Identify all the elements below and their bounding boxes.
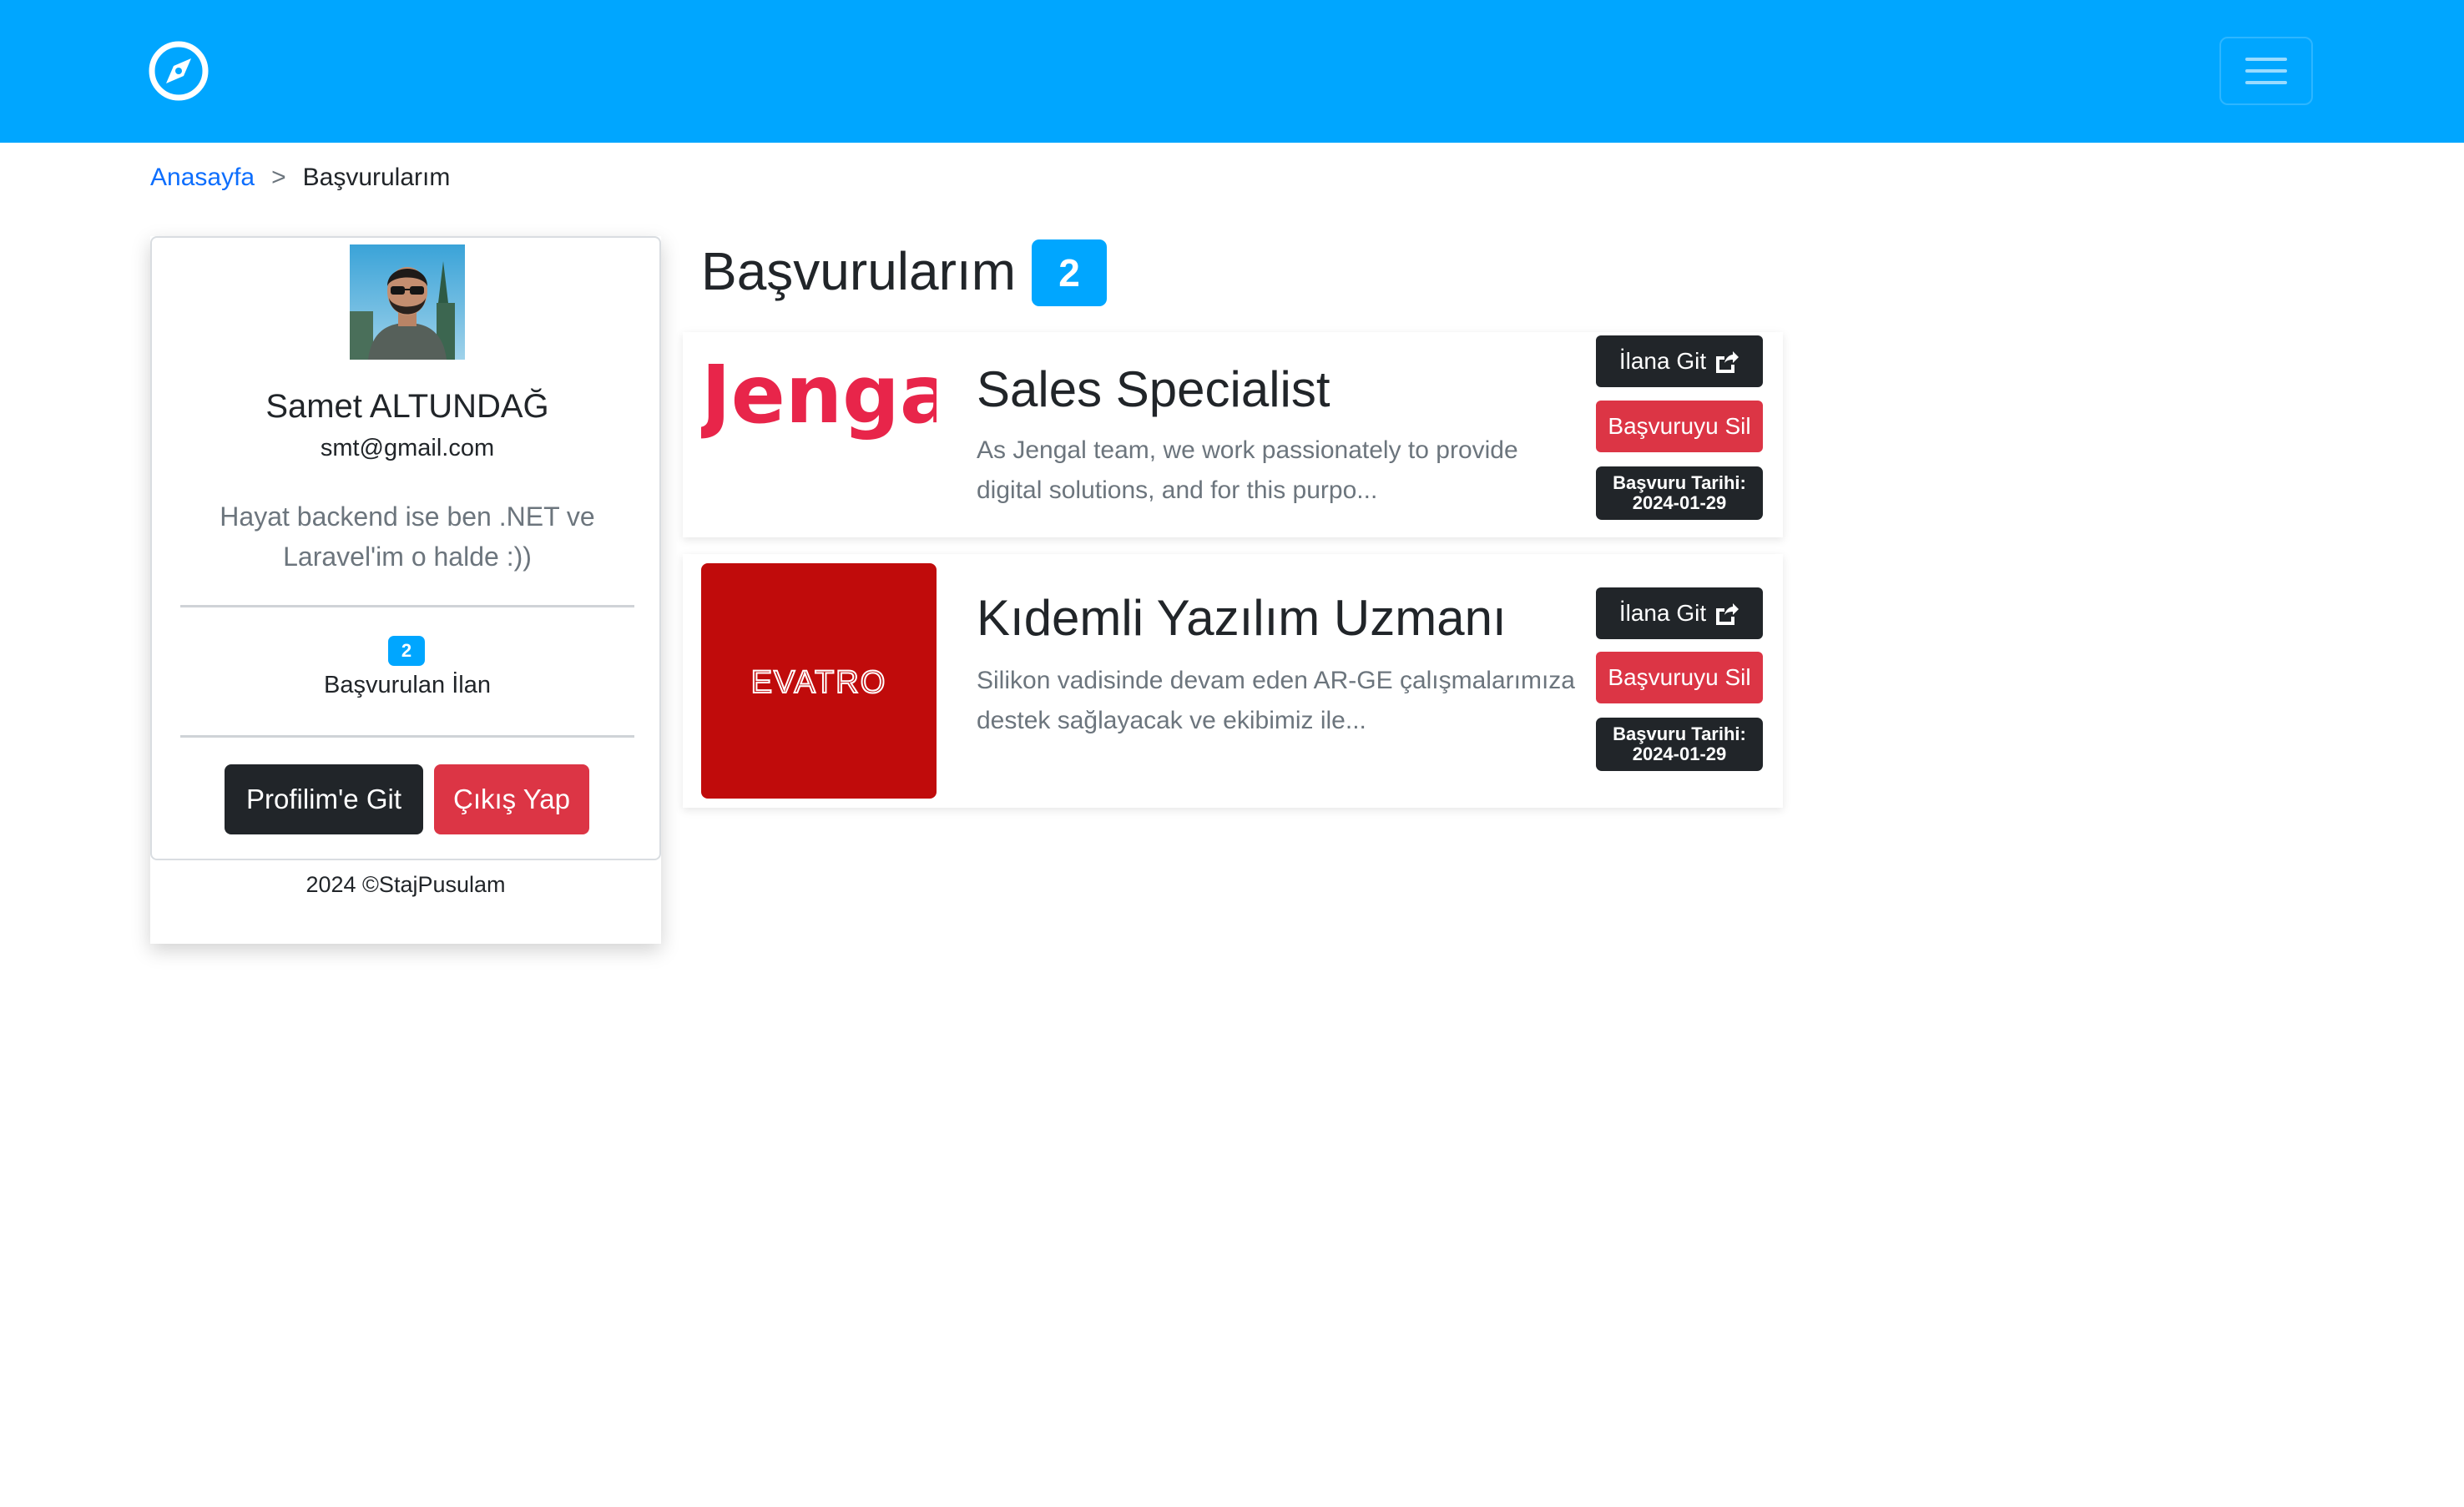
application-date: 2024-01-29 <box>1632 743 1727 764</box>
delete-application-button[interactable]: Başvuruyu Sil <box>1596 652 1763 703</box>
job-description: As Jengal team, we work passionately to … <box>977 436 1518 504</box>
breadcrumb-current: Başvurularım <box>302 164 451 191</box>
profile-bio: Hayat backend ise ben .NET ve Laravel'im… <box>220 501 595 572</box>
profile-card: Samet ALTUNDAĞ smt@gmail.com Hayat backe… <box>150 236 661 860</box>
sidebar-footer: 2024 ©StajPusulam <box>305 872 506 897</box>
application-count-badge: 2 <box>1032 239 1107 306</box>
breadcrumb-home-link[interactable]: Anasayfa <box>150 164 255 192</box>
application-date: 2024-01-29 <box>1632 492 1727 513</box>
job-title[interactable]: Kıdemli Yazılım Uzmanı <box>977 589 1507 647</box>
external-link-icon <box>1716 351 1739 373</box>
application-card: Jengal Sales Specialist As Jengal team, … <box>683 332 1783 537</box>
profile-sidebar: Samet ALTUNDAĞ smt@gmail.com Hayat backe… <box>150 236 661 944</box>
applied-count-label: Başvurulan İlan <box>324 672 491 698</box>
applied-count-badge: 2 <box>388 636 425 666</box>
go-to-listing-button[interactable]: İlana Git <box>1596 587 1763 639</box>
profile-name: Samet ALTUNDAĞ <box>265 388 549 425</box>
application-date-badge: Başvuru Tarihi: 2024-01-29 <box>1596 466 1763 520</box>
logout-button[interactable]: Çıkış Yap <box>434 764 589 834</box>
profile-divider <box>180 735 634 738</box>
delete-application-button[interactable]: Başvuruyu Sil <box>1596 401 1763 452</box>
top-navbar <box>0 0 2464 143</box>
external-link-icon <box>1716 603 1739 625</box>
go-to-listing-button[interactable]: İlana Git <box>1596 335 1763 387</box>
application-date-label: Başvuru Tarihi: <box>1613 723 1746 744</box>
profile-divider <box>180 605 634 607</box>
profile-email: smt@gmail.com <box>320 435 495 461</box>
hamburger-menu-icon <box>2245 58 2287 84</box>
compass-icon[interactable] <box>147 39 210 103</box>
breadcrumb: Anasayfa > Başvurularım <box>150 159 450 196</box>
job-title[interactable]: Sales Specialist <box>977 360 1330 418</box>
job-description: Silikon vadisinde devam eden AR-GE çalış… <box>977 667 1575 734</box>
go-to-listing-label: İlana Git <box>1618 348 1707 374</box>
go-to-profile-button[interactable]: Profilim'e Git <box>225 764 423 834</box>
breadcrumb-separator: > <box>271 164 286 191</box>
application-date-label: Başvuru Tarihi: <box>1613 472 1746 493</box>
application-date-badge: Başvuru Tarihi: 2024-01-29 <box>1596 718 1763 771</box>
company-logo-text: Jengal <box>701 348 937 441</box>
application-card: EVATRO Kıdemli Yazılım Uzmanı Silikon va… <box>683 554 1783 808</box>
navbar-toggle-button[interactable] <box>2219 37 2313 105</box>
company-logo: Jengal <box>701 348 937 441</box>
avatar <box>350 244 465 360</box>
company-logo-text: EVATRO <box>751 665 887 700</box>
company-logo: EVATRO <box>701 563 937 799</box>
go-to-listing-label: İlana Git <box>1618 600 1707 626</box>
page-title: Başvurularım <box>701 241 1016 301</box>
